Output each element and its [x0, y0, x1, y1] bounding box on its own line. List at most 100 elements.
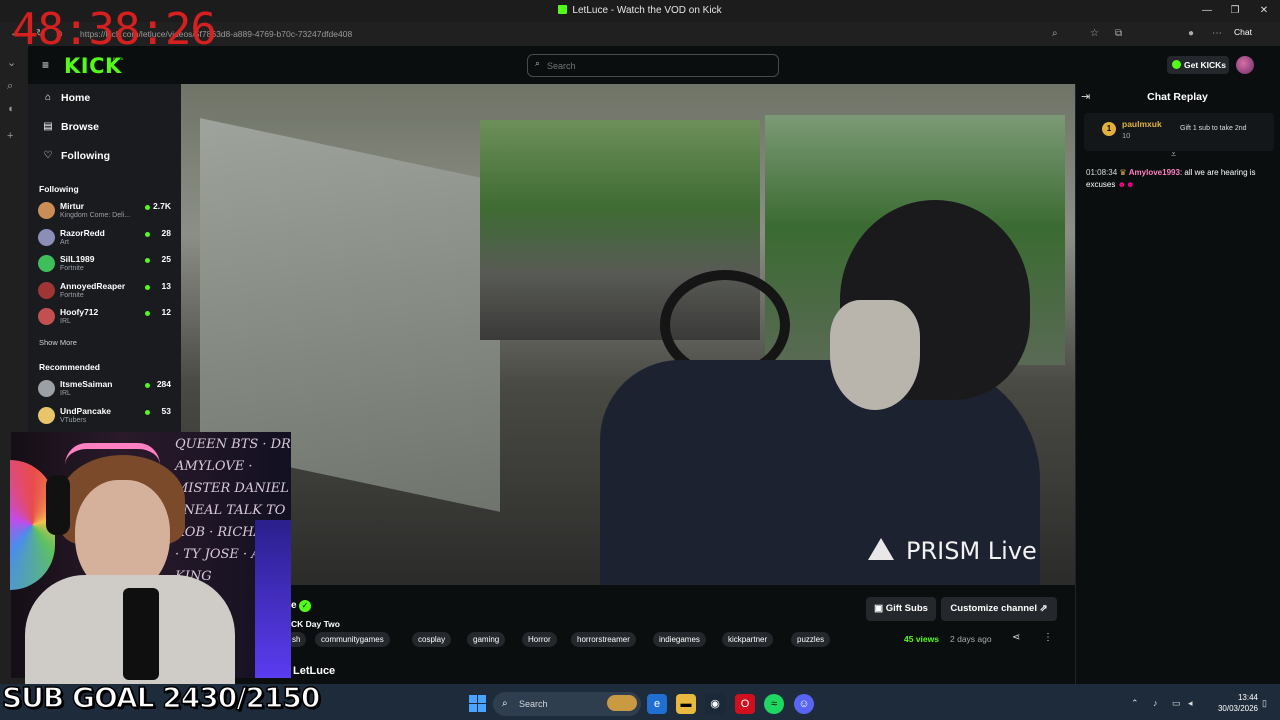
zoom-icon[interactable]: ⌕	[1052, 28, 1058, 39]
nav-home[interactable]: Home	[61, 92, 90, 104]
tag-chip[interactable]: communitygames	[315, 632, 390, 647]
profile-icon[interactable]: ●	[1188, 28, 1194, 39]
channel-name-link[interactable]: AnnoyedReaper	[60, 281, 125, 291]
chat-title: Chat Replay	[1147, 91, 1208, 103]
nav-following[interactable]: Following	[61, 150, 110, 162]
mic-icon[interactable]: ♪	[1153, 698, 1158, 708]
channel-name-link[interactable]: SilL1989	[60, 254, 95, 264]
emote-icon: ☻☻	[1117, 180, 1135, 189]
share-icon[interactable]: ⋖	[1012, 632, 1020, 643]
extensions-icon[interactable]: ⧉	[1115, 28, 1122, 39]
channel-category: Fortnite	[60, 265, 84, 272]
clock-date[interactable]: 30/03/2026	[1206, 704, 1258, 713]
channel-category: Fortnite	[60, 291, 84, 299]
pinned-amount: 10	[1122, 131, 1131, 140]
chat-message: 01:08:34 ♛ Amylove1993: all we are heari…	[1086, 168, 1256, 189]
chat-username[interactable]: Amylove1993	[1129, 168, 1180, 177]
channel-name-link[interactable]: UndPancake	[60, 406, 111, 416]
channel-avatar[interactable]	[38, 228, 55, 246]
viewer-count: 53	[161, 405, 171, 416]
cat-ears-headset	[65, 443, 160, 465]
channel-category: VTubers	[60, 416, 87, 424]
windows-start-icon[interactable]	[469, 695, 486, 712]
network-icon[interactable]: ▭	[1172, 698, 1181, 709]
more-menu-icon[interactable]: ⋯	[1212, 28, 1222, 39]
tag-chip[interactable]: gaming	[467, 632, 506, 647]
channel-avatar[interactable]	[38, 406, 55, 424]
gift-icon: ▣	[874, 603, 886, 614]
opera-icon[interactable]: O	[735, 694, 755, 714]
channel-name-link[interactable]: Mirtur	[60, 201, 84, 211]
clock-time[interactable]: 13:44	[1228, 693, 1258, 702]
subathon-timer: 48:38:26	[12, 4, 217, 55]
search-rail-icon[interactable]: ⌕	[7, 80, 13, 93]
tag-chip[interactable]: kickpartner	[722, 632, 774, 647]
rank-badge: 1	[1102, 122, 1116, 136]
channel-category: IRL	[60, 390, 71, 397]
tag-chip[interactable]: horrorstreamer	[571, 632, 636, 647]
sub-goal-overlay: SUB GOAL 2430/2150	[1, 681, 321, 714]
channel-avatar[interactable]	[38, 202, 55, 219]
steam-icon[interactable]: ◉	[705, 694, 725, 714]
more-options-icon[interactable]: ⋮	[1043, 632, 1053, 643]
url-field[interactable]: https://kick.com/letluce/videos/5f7863d8…	[80, 27, 1050, 41]
close-button[interactable]: ✕	[1252, 3, 1276, 19]
chevron-down-icon[interactable]: ⌄	[7, 56, 16, 69]
channel-name-link[interactable]: Hoofy712	[60, 307, 98, 317]
viewer-count: 13	[161, 280, 171, 291]
chat-timestamp: 01:08:34	[1086, 168, 1118, 177]
microphone	[123, 588, 159, 680]
copilot-chat-button[interactable]: Chat	[1234, 27, 1252, 37]
channel-name-link[interactable]: RazorRedd	[60, 228, 105, 238]
speaker-icon[interactable]: ◖	[7, 103, 14, 115]
viewer-count: 284	[156, 379, 171, 389]
tag-chip[interactable]: indiegames	[653, 632, 706, 647]
discord-icon[interactable]: ☺	[794, 694, 814, 714]
tag-chip[interactable]: cosplay	[412, 632, 452, 647]
heart-icon: ♡	[43, 150, 53, 161]
add-icon[interactable]: +	[7, 130, 13, 142]
tag-chip[interactable]: puzzles	[791, 632, 831, 647]
pinned-message: Gift 1 sub to take 2nd	[1180, 125, 1247, 132]
channel-avatar[interactable]	[38, 281, 55, 299]
channel-avatar[interactable]	[38, 255, 55, 272]
verified-icon: ✓	[299, 600, 311, 612]
browse-icon: ▤	[43, 121, 53, 132]
volume-icon[interactable]: ◂	[1188, 698, 1193, 709]
file-explorer-icon[interactable]: ▬	[676, 694, 696, 714]
viewer-count: 12	[161, 307, 171, 317]
prism-watermark: PRISM Live	[906, 537, 1037, 565]
maximize-button[interactable]: ❐	[1223, 3, 1247, 19]
favorite-icon[interactable]: ☆	[1090, 28, 1099, 39]
pinned-username[interactable]: paulmxuk	[1122, 119, 1162, 129]
gift-subs-button[interactable]: ▣ Gift Subs	[866, 597, 936, 621]
external-link-icon: ⇗	[1036, 603, 1048, 614]
prism-logo-icon	[868, 538, 894, 560]
tag-chip[interactable]: Horror	[522, 632, 557, 647]
minimize-button[interactable]: —	[1195, 3, 1219, 19]
channel-avatar[interactable]	[38, 380, 55, 397]
channel-avatar[interactable]	[38, 308, 55, 325]
channel-name-link[interactable]: ItsmeSaiman	[60, 379, 112, 389]
user-avatar[interactable]	[1236, 56, 1254, 74]
channel-name[interactable]: LetLuce	[293, 665, 335, 677]
person-beard	[830, 300, 920, 410]
purple-light	[255, 520, 291, 678]
spotify-icon[interactable]: ≈	[764, 694, 784, 714]
viewer-count: 2.7K	[153, 201, 171, 211]
taskbar-search-label: Search	[519, 699, 548, 709]
view-count: 45 views	[904, 634, 939, 644]
hamburger-menu-icon[interactable]: ≡	[42, 58, 49, 72]
viewer-count: 25	[161, 254, 171, 264]
channel-category: Kingdom Come: Deli...	[60, 212, 131, 219]
edge-icon[interactable]: e	[647, 694, 667, 714]
expand-icon[interactable]: ⩡	[1171, 149, 1176, 160]
streamer-name-fragment: e	[291, 600, 297, 611]
notification-icon[interactable]: ▯	[1262, 698, 1267, 709]
tray-chevron-icon[interactable]: ⌃	[1131, 698, 1139, 709]
search-input[interactable]	[547, 59, 767, 72]
customize-channel-button[interactable]: Customize channel ⇗	[941, 597, 1057, 621]
show-more-link[interactable]: Show More	[39, 338, 77, 347]
home-icon: ⌂	[44, 92, 52, 103]
nav-browse[interactable]: Browse	[61, 121, 99, 133]
